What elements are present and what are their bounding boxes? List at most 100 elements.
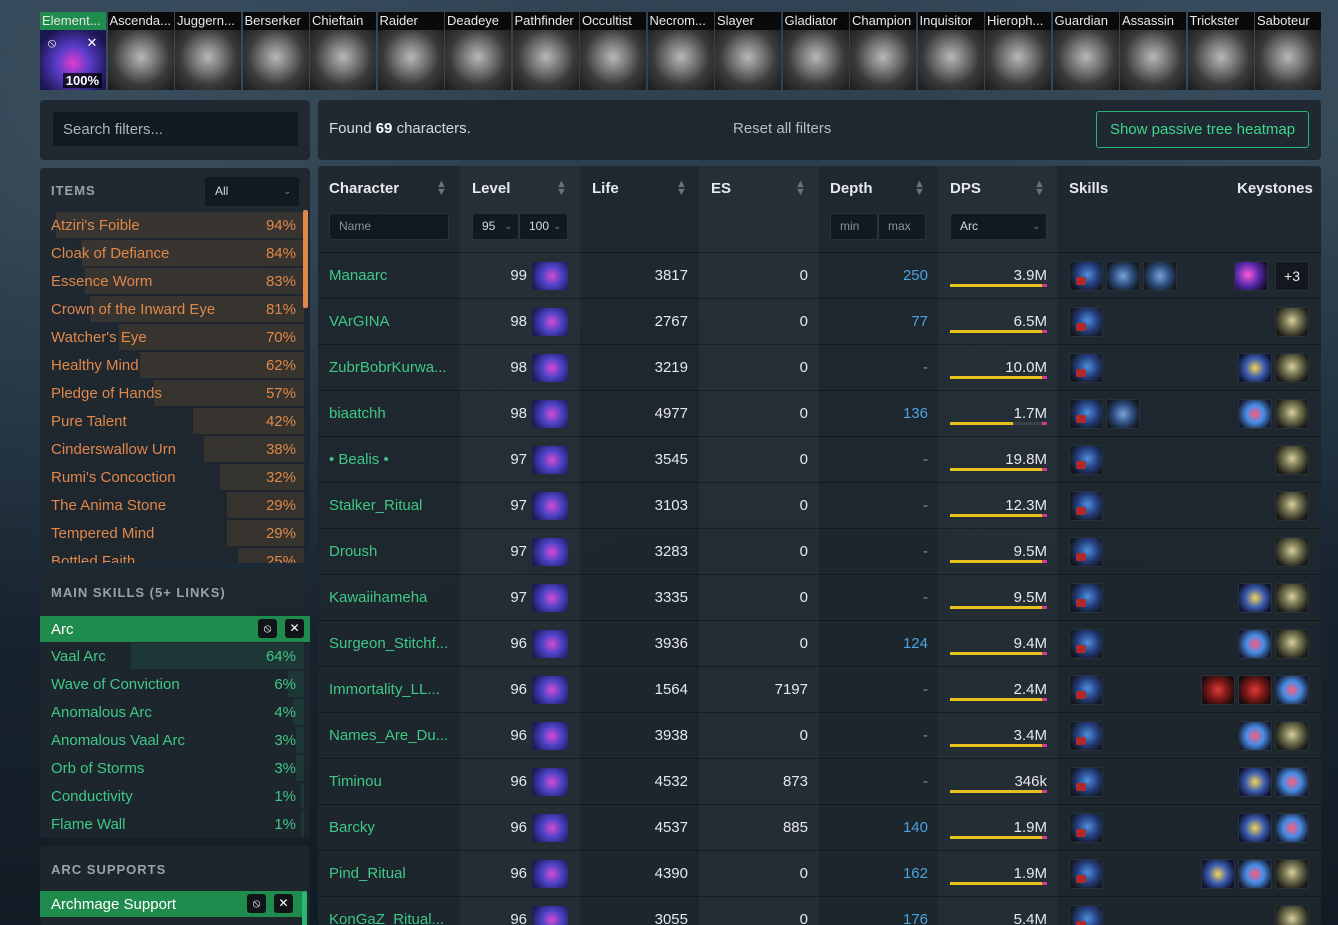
keystone-shield-icon[interactable] <box>1238 813 1272 843</box>
item-filter-row[interactable]: Cinderswallow Urn 38% <box>40 436 304 464</box>
character-name-link[interactable]: Surgeon_Stitchf... <box>329 621 448 667</box>
keystone-statue-icon[interactable] <box>1275 721 1309 751</box>
table-row[interactable]: Pind_Ritual 96 4390 0 162 1.9M <box>318 850 1321 896</box>
close-icon[interactable]: ✕ <box>285 619 304 638</box>
keystone-statue-icon[interactable] <box>1275 445 1309 475</box>
class-tile[interactable]: Trickster <box>1187 12 1254 90</box>
keystone-burst-icon[interactable] <box>1275 675 1309 705</box>
arc-skill-icon[interactable] <box>1069 629 1103 659</box>
arc-skill-icon[interactable] <box>1069 399 1103 429</box>
table-row[interactable]: Names_Are_Du... 96 3938 0 - 3.4M <box>318 712 1321 758</box>
character-name-link[interactable]: Names_Are_Du... <box>329 713 448 759</box>
keystone-shield-icon[interactable] <box>1201 859 1235 889</box>
sort-icon[interactable]: ▲ ▼ <box>914 179 925 198</box>
selected-skill-arc[interactable]: Arc ⦸ ✕ <box>40 616 310 642</box>
name-filter-input[interactable]: Name <box>329 213 449 240</box>
character-name-link[interactable]: VArGINA <box>329 299 390 345</box>
keystone-statue-icon[interactable] <box>1275 537 1309 567</box>
scrollbar[interactable] <box>303 210 308 308</box>
keystone-statue-icon[interactable] <box>1275 905 1309 925</box>
item-filter-row[interactable]: Tempered Mind 29% <box>40 520 304 548</box>
ban-icon[interactable]: ⦸ <box>258 619 277 638</box>
class-tile[interactable]: Chieftain <box>310 12 376 90</box>
class-tile[interactable]: Element... ⦸ ✕ 100% <box>40 12 106 90</box>
sort-icon[interactable]: ▲ ▼ <box>795 179 806 198</box>
table-row[interactable]: biaatchh 98 4977 0 136 1.7M <box>318 390 1321 436</box>
table-row[interactable]: Barcky 96 4537 885 140 1.9M <box>318 804 1321 850</box>
table-row[interactable]: Surgeon_Stitchf... 96 3936 0 124 9.4M <box>318 620 1321 666</box>
item-filter-row[interactable]: Crown of the Inward Eye 81% <box>40 296 304 324</box>
class-tile[interactable]: Raider <box>377 12 444 90</box>
character-name-link[interactable]: Kawaiihameha <box>329 575 427 621</box>
keystone-shield-icon[interactable] <box>1238 583 1272 613</box>
class-tile[interactable]: Occultist <box>580 12 646 90</box>
sort-icon[interactable]: ▲ ▼ <box>436 179 447 198</box>
table-row[interactable]: Manaarc 99 3817 0 250 3.9M +3 <box>318 252 1321 298</box>
keystone-burst-icon[interactable] <box>1238 399 1272 429</box>
table-row[interactable]: ZubrBobrKurwa... 98 3219 0 - 10.0M <box>318 344 1321 390</box>
support-gem-icon[interactable] <box>1106 399 1140 429</box>
arc-skill-icon[interactable] <box>1069 721 1103 751</box>
dps-skill-select[interactable]: Arc ⌄ <box>950 213 1047 240</box>
items-slot-select[interactable]: All ⌄ <box>205 177 299 206</box>
search-filters-input[interactable] <box>53 112 298 146</box>
character-name-link[interactable]: • Bealis • <box>329 437 389 483</box>
character-name-link[interactable]: ZubrBobrKurwa... <box>329 345 447 391</box>
class-tile[interactable]: Slayer <box>715 12 781 90</box>
keystone-shield-icon[interactable] <box>1238 353 1272 383</box>
arc-skill-icon[interactable] <box>1069 307 1103 337</box>
ban-icon[interactable]: ⦸ <box>43 34 61 52</box>
class-tile[interactable]: Juggern... <box>175 12 241 90</box>
keystone-burst-icon[interactable] <box>1238 629 1272 659</box>
header-character[interactable]: Character <box>329 180 399 197</box>
keystone-statue-icon[interactable] <box>1275 859 1309 889</box>
keystone-statue-icon[interactable] <box>1275 399 1309 429</box>
arc-skill-icon[interactable] <box>1069 261 1103 291</box>
item-filter-row[interactable]: Essence Worm 83% <box>40 268 304 296</box>
character-name-link[interactable]: biaatchh <box>329 391 386 437</box>
close-icon[interactable]: ✕ <box>274 894 293 913</box>
item-filter-row[interactable]: The Anima Stone 29% <box>40 492 304 520</box>
keystone-statue-icon[interactable] <box>1275 307 1309 337</box>
class-tile[interactable]: Champion <box>850 12 916 90</box>
support-gem-icon[interactable] <box>1143 261 1177 291</box>
character-name-link[interactable]: Stalker_Ritual <box>329 483 422 529</box>
class-tile[interactable]: Assassin <box>1120 12 1186 90</box>
table-row[interactable]: Kawaiihameha 97 3335 0 - 9.5M <box>318 574 1321 620</box>
keystone-statue-icon[interactable] <box>1275 629 1309 659</box>
arc-skill-icon[interactable] <box>1069 491 1103 521</box>
arc-skill-icon[interactable] <box>1069 537 1103 567</box>
table-row[interactable]: • Bealis • 97 3545 0 - 19.8M <box>318 436 1321 482</box>
skill-filter-row[interactable]: Conductivity 1% <box>40 783 304 811</box>
class-tile[interactable]: Guardian <box>1052 12 1119 90</box>
arc-skill-icon[interactable] <box>1069 767 1103 797</box>
class-tile[interactable]: Necrom... <box>647 12 714 90</box>
arc-skill-icon[interactable] <box>1069 353 1103 383</box>
sort-icon[interactable]: ▲ ▼ <box>676 179 687 198</box>
skill-filter-row[interactable]: Wave of Conviction 6% <box>40 671 304 699</box>
character-name-link[interactable]: Droush <box>329 529 377 575</box>
item-filter-row[interactable]: Healthy Mind 62% <box>40 352 304 380</box>
header-level[interactable]: Level <box>472 180 510 197</box>
skill-filter-row[interactable]: Anomalous Arc 4% <box>40 699 304 727</box>
class-tile[interactable]: Inquisitor <box>917 12 984 90</box>
arc-skill-icon[interactable] <box>1069 813 1103 843</box>
keystone-burst-icon[interactable] <box>1275 813 1309 843</box>
keystone-statue-icon[interactable] <box>1275 583 1309 613</box>
item-filter-row[interactable]: Pledge of Hands 57% <box>40 380 304 408</box>
skill-filter-row[interactable]: Anomalous Vaal Arc 3% <box>40 727 304 755</box>
keystone-burst-icon[interactable] <box>1275 767 1309 797</box>
header-dps[interactable]: DPS <box>950 180 981 197</box>
support-gem-icon[interactable] <box>1106 261 1140 291</box>
keystone-burst-icon[interactable] <box>1238 721 1272 751</box>
header-life[interactable]: Life <box>592 180 619 197</box>
keystone-burst-icon[interactable] <box>1238 859 1272 889</box>
keystone-statue-icon[interactable] <box>1275 353 1309 383</box>
keystone-statue-icon[interactable] <box>1275 491 1309 521</box>
item-filter-row[interactable]: Rumi's Concoction 32% <box>40 464 304 492</box>
class-tile[interactable]: Berserker <box>242 12 309 90</box>
depth-max-input[interactable]: max <box>878 213 926 240</box>
item-filter-row[interactable]: Cloak of Defiance 84% <box>40 240 304 268</box>
skill-filter-row[interactable]: Vaal Arc 64% <box>40 643 304 671</box>
class-tile[interactable]: Ascenda... <box>107 12 174 90</box>
